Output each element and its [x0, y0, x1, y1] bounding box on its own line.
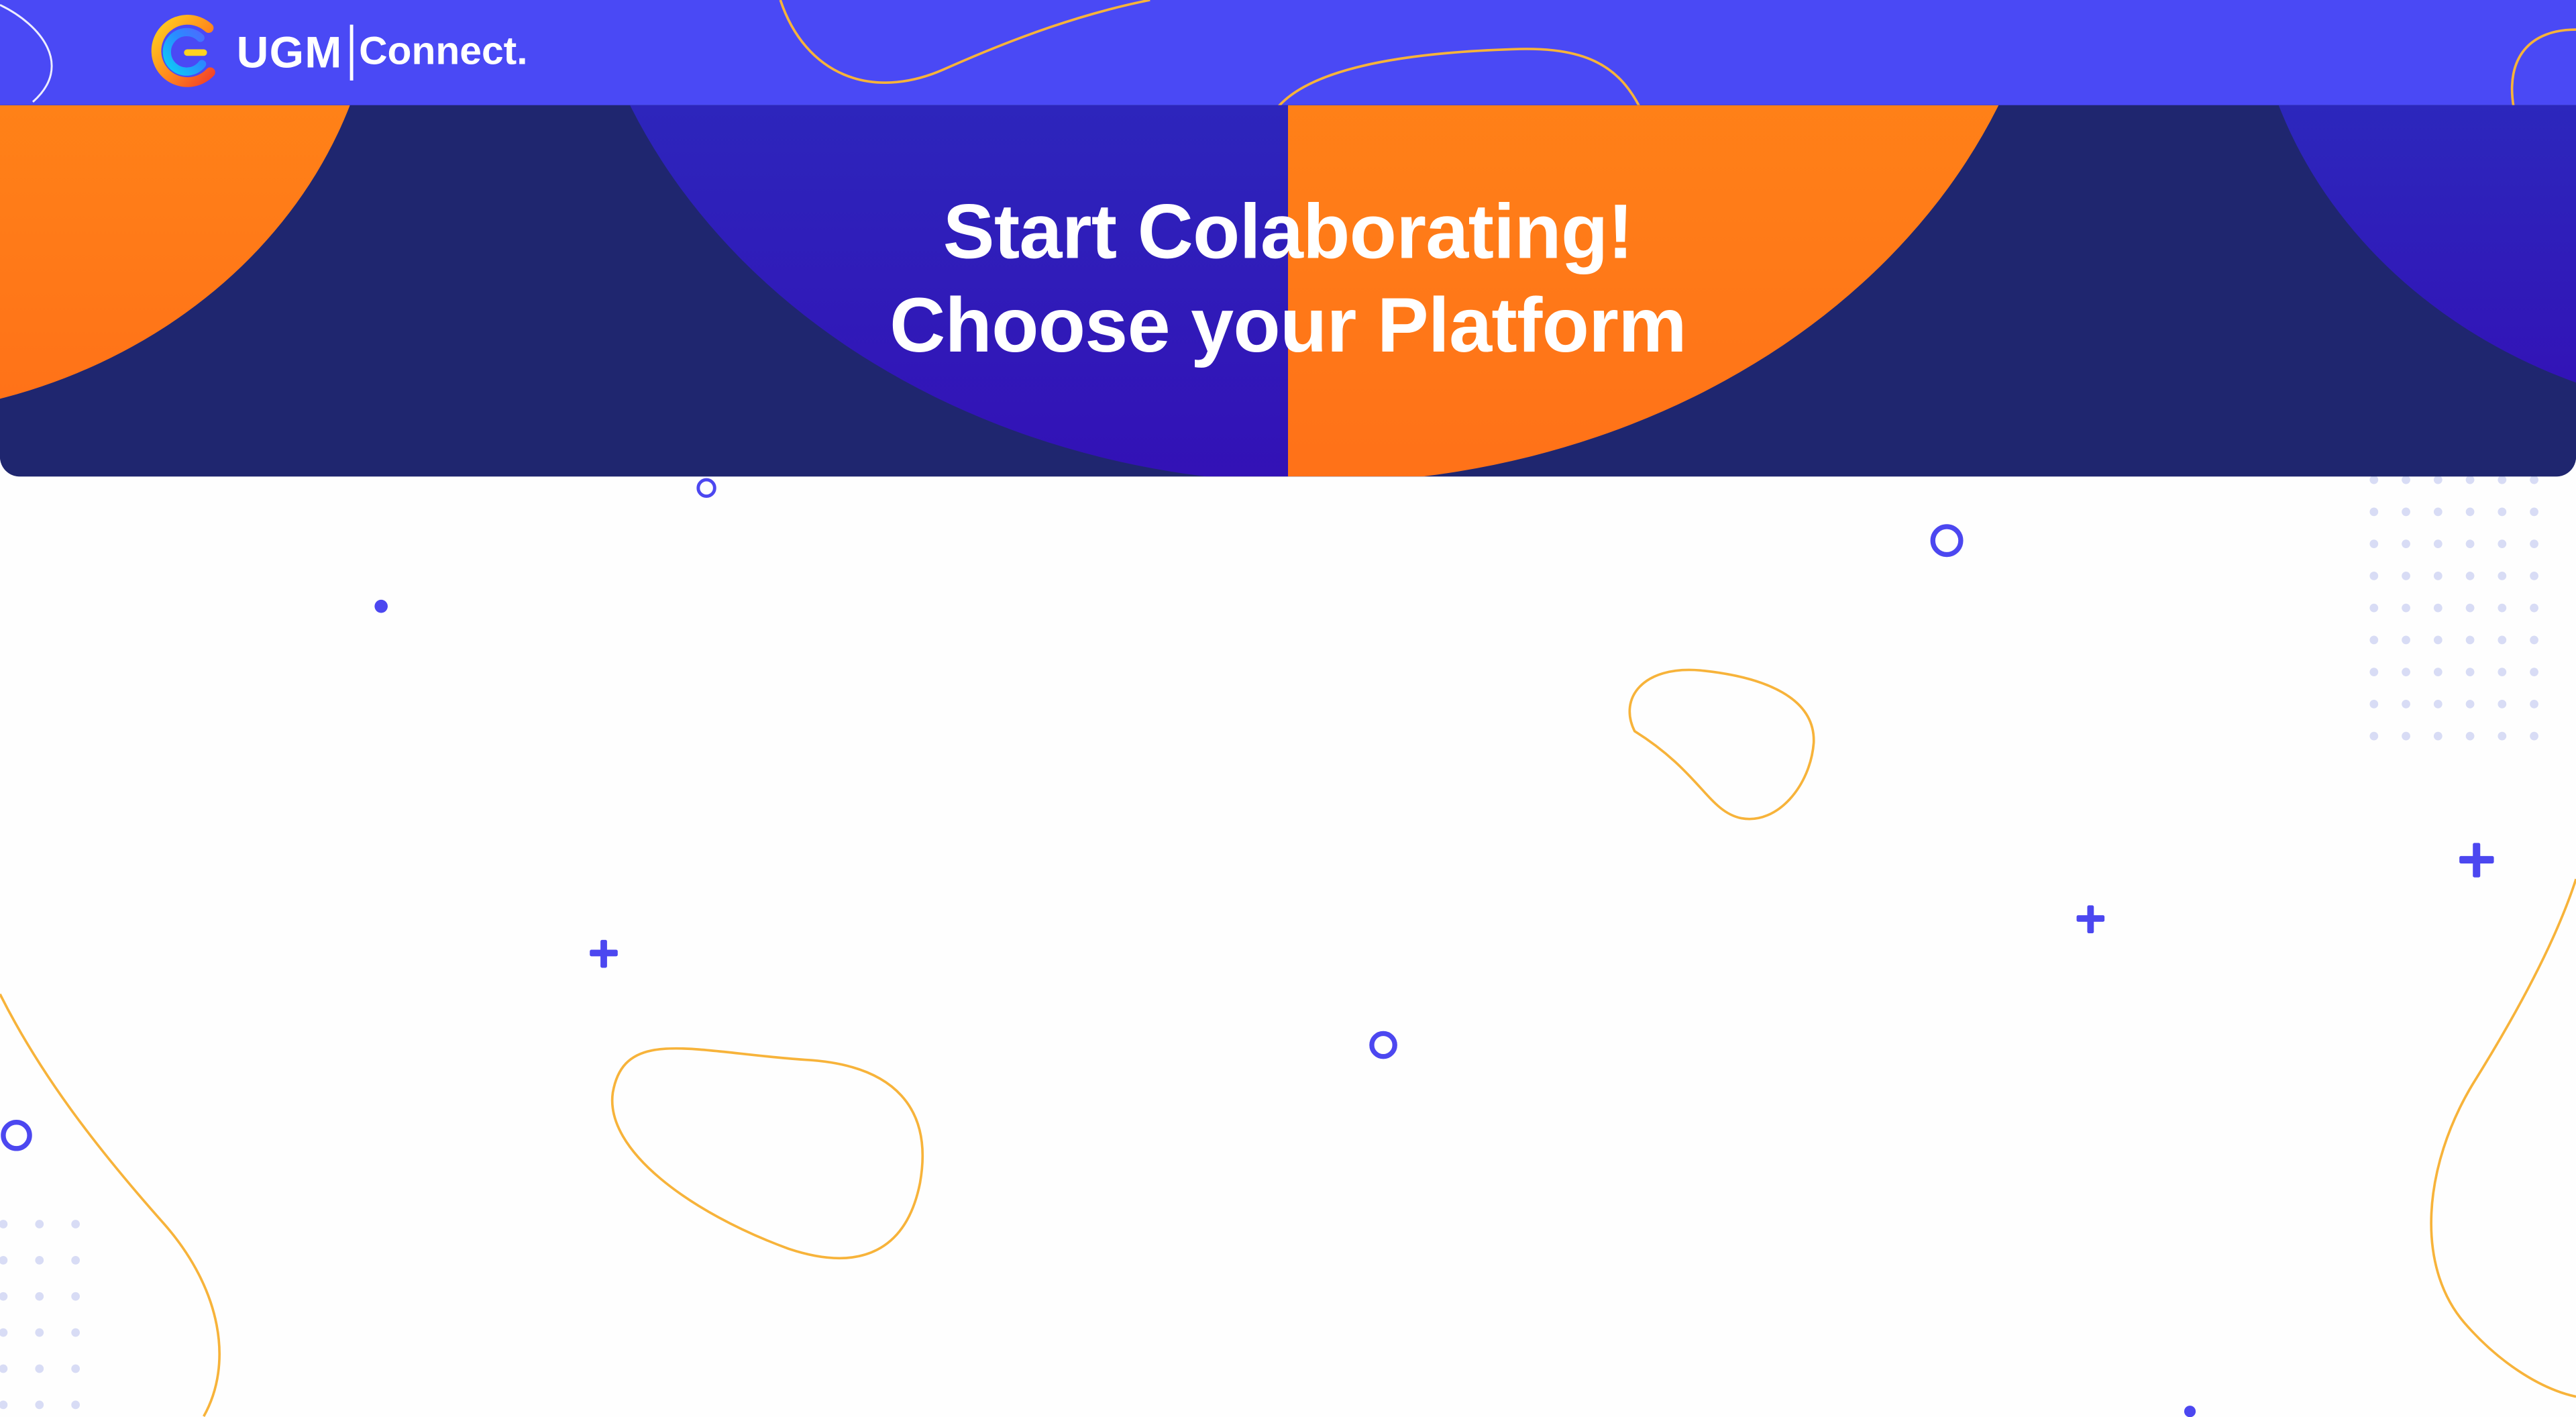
- grid-dot: [2369, 700, 2379, 708]
- grid-dot: [2433, 603, 2443, 613]
- grid-dot: [35, 1292, 44, 1301]
- grid-dot: [2465, 700, 2475, 708]
- ring-decoration: [1369, 1031, 1397, 1059]
- grid-dot: [2369, 731, 2379, 741]
- grid-dot: [2498, 539, 2507, 548]
- dot-grid-bottom-left: [0, 1220, 80, 1410]
- logo-wordmark: UGM Connect.: [236, 24, 528, 81]
- grid-dot: [2498, 603, 2507, 613]
- grid-dot: [2402, 539, 2410, 548]
- grid-dot: [2465, 539, 2475, 548]
- grid-dot: [2465, 731, 2475, 741]
- grid-dot: [2465, 507, 2475, 517]
- grid-dot: [2498, 475, 2507, 484]
- grid-dot: [2465, 635, 2475, 645]
- grid-dot: [2498, 668, 2507, 677]
- grid-dot: [71, 1220, 80, 1228]
- grid-dot: [2433, 475, 2443, 484]
- grid-dot: [35, 1220, 44, 1228]
- grid-dot: [2530, 700, 2538, 708]
- hero-title-line-1: Start Colaborating!: [943, 187, 1633, 274]
- grid-dot: [0, 1364, 8, 1373]
- landing-page: UGM Connect. Start Colaborating! Choose …: [0, 0, 2576, 1417]
- grid-dot: [2433, 668, 2443, 677]
- grid-dot: [2498, 572, 2507, 580]
- grid-dot: [2465, 603, 2475, 613]
- logo-primary-text: UGM: [236, 27, 343, 76]
- grid-dot: [0, 1328, 8, 1337]
- logo-secondary-text: Connect.: [359, 30, 528, 74]
- grid-dot: [2433, 539, 2443, 548]
- grid-dot: [2402, 635, 2410, 645]
- grid-dot: [71, 1328, 80, 1337]
- grid-dot: [2498, 700, 2507, 708]
- grid-dot: [2433, 572, 2443, 580]
- grid-dot: [35, 1364, 44, 1373]
- grid-dot: [2498, 507, 2507, 517]
- dot-decoration: [374, 599, 388, 613]
- plus-decoration: [590, 939, 618, 968]
- curve-outline-right: [2430, 878, 2576, 1398]
- ugm-connect-logo-icon: [151, 15, 215, 87]
- grid-dot: [71, 1292, 80, 1301]
- ring-decoration: [1930, 524, 1964, 558]
- grid-dot: [2530, 475, 2538, 484]
- grid-dot: [71, 1400, 80, 1410]
- grid-dot: [2465, 475, 2475, 484]
- grid-dot: [2498, 635, 2507, 645]
- grid-dot: [2530, 731, 2538, 741]
- grid-dot: [2369, 603, 2379, 613]
- grid-dot: [2530, 668, 2538, 677]
- grid-dot: [2433, 700, 2443, 708]
- grid-dot: [2369, 475, 2379, 484]
- grid-dot: [71, 1256, 80, 1265]
- grid-dot: [2402, 700, 2410, 708]
- grid-dot: [2369, 668, 2379, 677]
- app-logo[interactable]: UGM Connect.: [145, 11, 528, 93]
- grid-dot: [2465, 572, 2475, 580]
- logo-divider: [349, 24, 353, 81]
- hero-title: Start Colaborating! Choose your Platform: [0, 184, 2576, 371]
- curve-outline-left: [0, 993, 221, 1417]
- grid-dot: [2530, 635, 2538, 645]
- grid-dot: [2530, 539, 2538, 548]
- grid-dot: [2530, 507, 2538, 517]
- hero-banner: Start Colaborating! Choose your Platform: [0, 105, 2576, 477]
- plus-decoration: [2076, 905, 2105, 934]
- grid-dot: [2402, 507, 2410, 517]
- grid-dot: [35, 1256, 44, 1265]
- ring-decoration: [1, 1119, 32, 1151]
- blob-outline-center-right: [1628, 668, 1815, 821]
- grid-dot: [2369, 539, 2379, 548]
- grid-dot: [2433, 635, 2443, 645]
- grid-dot: [0, 1292, 8, 1301]
- plus-decoration: [2459, 843, 2494, 878]
- grid-dot: [35, 1400, 44, 1410]
- blob-outline-center-left: [610, 1047, 924, 1259]
- grid-dot: [2530, 603, 2538, 613]
- dot-decoration: [2184, 1406, 2196, 1417]
- hero-title-line-2: Choose your Platform: [890, 280, 1686, 368]
- grid-dot: [2402, 475, 2410, 484]
- grid-dot: [2402, 572, 2410, 580]
- top-navigation-bar: UGM Connect.: [0, 0, 2576, 107]
- grid-dot: [2530, 572, 2538, 580]
- grid-dot: [2369, 572, 2379, 580]
- grid-dot: [2433, 731, 2443, 741]
- grid-dot: [2465, 668, 2475, 677]
- grid-dot: [0, 1220, 8, 1228]
- grid-dot: [2369, 635, 2379, 645]
- grid-dot: [71, 1364, 80, 1373]
- grid-dot: [2369, 507, 2379, 517]
- grid-dot: [0, 1400, 8, 1410]
- grid-dot: [2433, 507, 2443, 517]
- grid-dot: [2402, 731, 2410, 741]
- ring-decoration: [696, 478, 716, 498]
- grid-dot: [35, 1328, 44, 1337]
- grid-dot: [2402, 603, 2410, 613]
- dot-grid-top-right: [2369, 475, 2538, 741]
- grid-dot: [2402, 668, 2410, 677]
- grid-dot: [0, 1256, 8, 1265]
- grid-dot: [2498, 731, 2507, 741]
